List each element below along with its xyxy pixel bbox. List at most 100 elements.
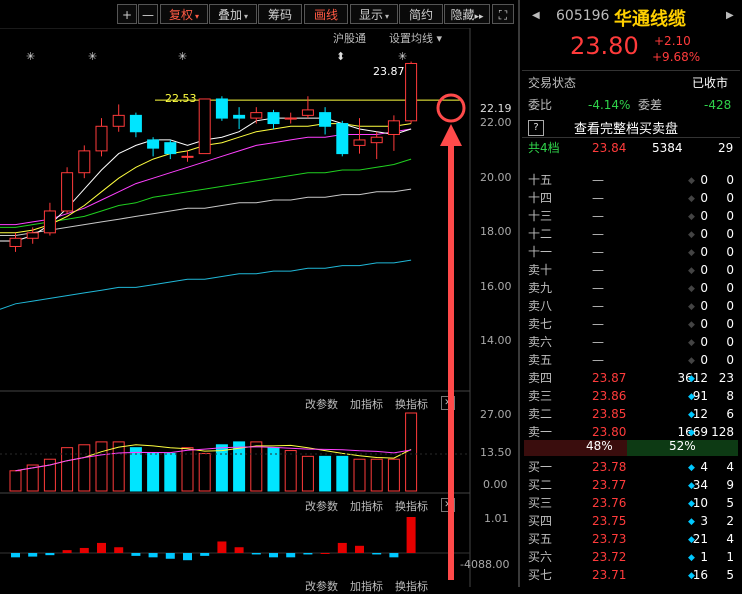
level-price: —	[592, 191, 604, 205]
level-indicator-icon: ◆	[688, 517, 695, 527]
level-volume: 21	[692, 532, 708, 546]
order-ratio-row: 委比 -4.14% 委差 -428	[520, 96, 742, 114]
level-price: 23.85	[592, 407, 627, 421]
weicha-value: -428	[704, 98, 732, 112]
bids-row[interactable]: 买二 23.77 34 9 ◆	[520, 476, 742, 494]
asks-row[interactable]: 卖七 — 0 0 ◆	[520, 315, 742, 333]
level-label: 买一	[528, 460, 553, 474]
bids-row[interactable]: 买七 23.71 16 5 ◆	[520, 566, 742, 584]
level-label: 卖五	[528, 353, 553, 367]
level-label: 卖七	[528, 317, 553, 331]
asks-row[interactable]: 卖一 23.80 1669 128 ◆	[520, 423, 742, 441]
level-volume: 0	[700, 317, 708, 331]
trade-status-label: 交易状态	[528, 76, 577, 90]
full-book-link[interactable]: 查看完整档买卖盘	[574, 118, 678, 137]
level-count: 6	[726, 407, 734, 421]
bids-row[interactable]: 买四 23.75 3 2 ◆	[520, 512, 742, 530]
bids-row[interactable]: 买六 23.72 1 1 ◆	[520, 548, 742, 566]
levels-summary-row: 共4档 23.84 5384 29	[520, 139, 742, 157]
level-volume: 0	[700, 335, 708, 349]
level-price: 23.72	[592, 550, 627, 564]
weibi-label: 委比	[528, 98, 553, 112]
level-price: —	[592, 317, 604, 331]
asks-row[interactable]: 卖二 23.85 12 6 ◆	[520, 405, 742, 423]
level-label: 十五	[528, 173, 553, 187]
level-label: 卖四	[528, 371, 553, 385]
asks-row[interactable]: 十五 — 0 0 ◆	[520, 171, 742, 189]
asks-row[interactable]: 卖三 23.86 91 8 ◆	[520, 387, 742, 405]
level-indicator-icon: ◆	[688, 248, 695, 258]
level-indicator-icon: ◆	[688, 553, 695, 563]
level-label: 买七	[528, 568, 553, 582]
level-volume: 0	[700, 263, 708, 277]
prev-stock-icon[interactable]: ◀	[532, 10, 540, 21]
level-price: 23.86	[592, 389, 627, 403]
level-label: 卖三	[528, 389, 553, 403]
bids-row[interactable]: 买一 23.78 4 4 ◆	[520, 458, 742, 476]
asks-row[interactable]: 卖六 — 0 0 ◆	[520, 333, 742, 351]
level-count: 23	[718, 371, 734, 385]
level-volume: 4	[700, 460, 708, 474]
asks-row[interactable]: 十一 — 0 0 ◆	[520, 243, 742, 261]
level-indicator-icon: ◆	[688, 499, 695, 509]
asks-row[interactable]: 卖八 — 0 0 ◆	[520, 297, 742, 315]
asks-row[interactable]: 十三 — 0 0 ◆	[520, 207, 742, 225]
level-count: 0	[726, 227, 734, 241]
level-count: 0	[726, 317, 734, 331]
level-indicator-icon: ◆	[688, 230, 695, 240]
asks-row[interactable]: 十二 — 0 0 ◆	[520, 225, 742, 243]
bids-row[interactable]: 买三 23.76 10 5 ◆	[520, 494, 742, 512]
level-price: —	[592, 245, 604, 259]
asks-row[interactable]: 卖十 — 0 0 ◆	[520, 261, 742, 279]
annotation-arrow-head	[440, 124, 462, 146]
level-price: 23.75	[592, 514, 627, 528]
level-count: 2	[726, 514, 734, 528]
level-indicator-icon: ◆	[688, 392, 695, 402]
price-change-pct: +9.68%	[652, 50, 701, 64]
asks-row[interactable]: 卖九 — 0 0 ◆	[520, 279, 742, 297]
price-change: +2.10	[654, 34, 691, 48]
level-volume: 16	[692, 568, 708, 582]
levels-count: 29	[718, 141, 734, 155]
level-label: 十一	[528, 245, 553, 259]
level-price: 23.73	[592, 532, 627, 546]
asks-row[interactable]: 卖五 — 0 0 ◆	[520, 351, 742, 369]
level-price: —	[592, 281, 604, 295]
level-price: —	[592, 263, 604, 277]
level-volume: 0	[700, 191, 708, 205]
level-price: —	[592, 299, 604, 313]
level-indicator-icon: ◆	[688, 194, 695, 204]
next-stock-icon[interactable]: ▶	[726, 10, 734, 21]
trade-status-value: 已收市	[692, 76, 729, 90]
help-icon[interactable]: ?	[528, 120, 544, 136]
annotation-overlay	[436, 93, 466, 580]
level-count: 0	[726, 245, 734, 259]
asks-row[interactable]: 卖四 23.87 3612 23 ◆	[520, 369, 742, 387]
level-volume: 10	[692, 496, 708, 510]
level-volume: 91	[692, 389, 708, 403]
asks-row[interactable]: 十四 — 0 0 ◆	[520, 189, 742, 207]
level-count: 0	[726, 209, 734, 223]
annotation-circle	[436, 93, 466, 123]
level-label: 十二	[528, 227, 553, 241]
level-price: —	[592, 335, 604, 349]
level-label: 买三	[528, 496, 553, 510]
level-indicator-icon: ◆	[688, 212, 695, 222]
divider	[522, 70, 740, 71]
level-indicator-icon: ◆	[688, 571, 695, 581]
level-indicator-icon: ◆	[688, 374, 695, 384]
level-price: —	[592, 227, 604, 241]
level-count: 0	[726, 299, 734, 313]
ask-book: 十五 — 0 0 ◆ 十四 — 0 0 ◆ 十三 — 0 0 ◆ 十二 — 0 0 ◆ 十一 — 0 0 ◆ 卖十 — 0 0 ◆ 卖九 — 0…	[520, 171, 742, 441]
level-indicator-icon: ◆	[688, 463, 695, 473]
level-count: 8	[726, 389, 734, 403]
level-count: 4	[726, 460, 734, 474]
level-price: 23.71	[592, 568, 627, 582]
level-label: 买四	[528, 514, 553, 528]
buy-ratio: 52%	[669, 439, 696, 453]
level-count: 0	[726, 191, 734, 205]
level-label: 卖十	[528, 263, 553, 277]
level-volume: 34	[692, 478, 708, 492]
level-volume: 0	[700, 227, 708, 241]
bids-row[interactable]: 买五 23.73 21 4 ◆	[520, 530, 742, 548]
